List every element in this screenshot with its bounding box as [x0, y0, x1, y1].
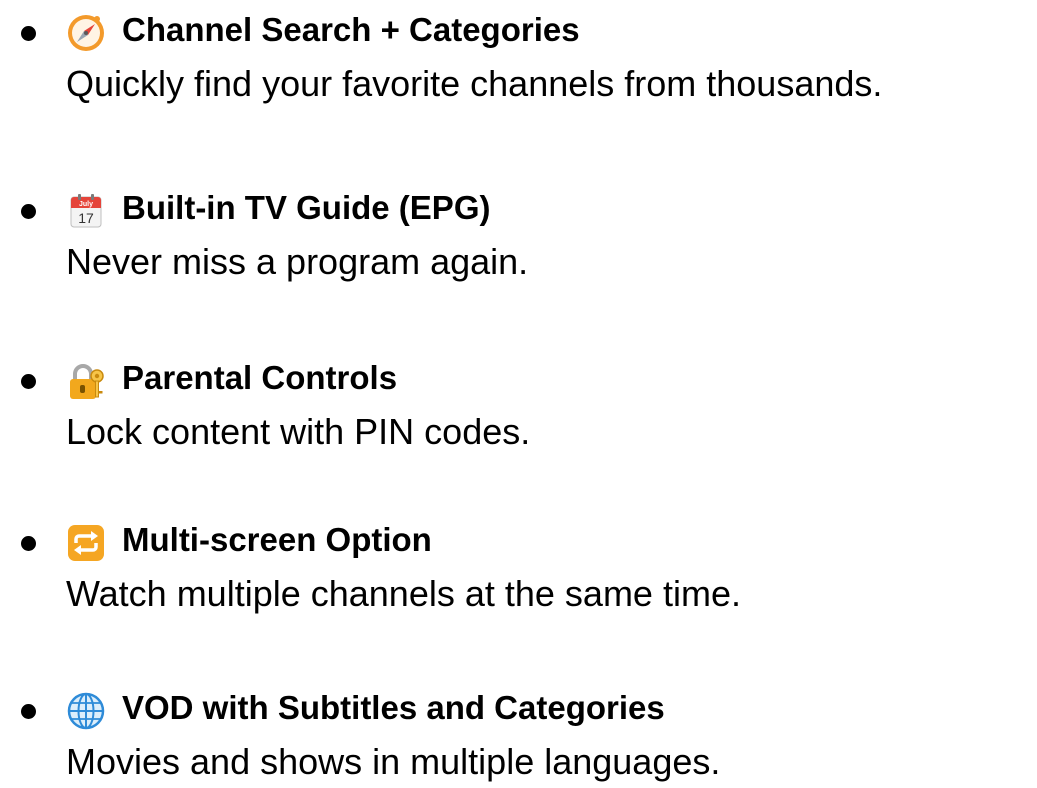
bullet-icon — [21, 704, 36, 719]
feature-description: Quickly find your favorite channels from… — [66, 63, 883, 104]
globe-icon — [66, 691, 106, 731]
feature-item-tv-guide: July 17 Built-in TV Guide (EPG) Never mi… — [0, 178, 1037, 288]
feature-title: Parental Controls — [122, 359, 398, 396]
feature-title: Multi-screen Option — [122, 521, 432, 558]
feature-title: Channel Search + Categories — [122, 11, 580, 48]
bullet-icon — [21, 204, 36, 219]
bullet-icon — [21, 374, 36, 389]
repeat-arrows-icon — [66, 523, 106, 563]
feature-title: VOD with Subtitles and Categories — [122, 689, 665, 726]
lock-with-key-icon — [66, 361, 106, 401]
calendar-icon: July 17 — [66, 191, 106, 231]
feature-title: Built-in TV Guide (EPG) — [122, 189, 491, 226]
calendar-day-text: 17 — [78, 210, 94, 226]
feature-list: Channel Search + Categories Quickly find… — [0, 0, 1037, 787]
feature-description: Never miss a program again. — [66, 241, 529, 282]
compass-icon — [66, 13, 106, 53]
feature-item-vod: VOD with Subtitles and Categories Movies… — [0, 678, 1037, 788]
feature-item-parental-controls: Parental Controls Lock content with PIN … — [0, 348, 1037, 458]
calendar-month-text: July — [79, 201, 93, 208]
feature-item-multi-screen: Multi-screen Option Watch multiple chann… — [0, 510, 1037, 620]
feature-description: Lock content with PIN codes. — [66, 411, 531, 452]
bullet-icon — [21, 536, 36, 551]
feature-description: Movies and shows in multiple languages. — [66, 741, 721, 782]
feature-item-channel-search: Channel Search + Categories Quickly find… — [0, 0, 1037, 110]
feature-description: Watch multiple channels at the same time… — [66, 573, 741, 614]
bullet-icon — [21, 26, 36, 41]
